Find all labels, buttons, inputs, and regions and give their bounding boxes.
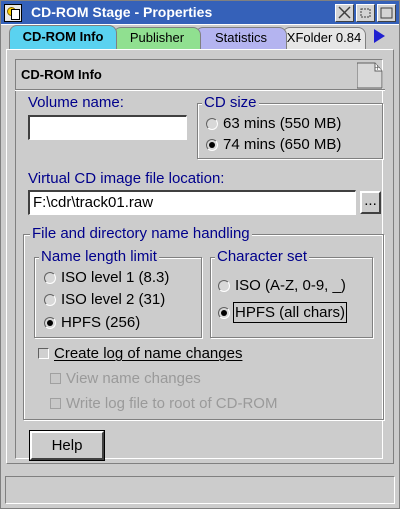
radio-indicator xyxy=(44,316,56,329)
radio-label: 74 mins (650 MB) xyxy=(223,136,342,153)
browse-label: ... xyxy=(364,192,377,209)
title-bar[interactable]: CD-ROM Stage - Properties xyxy=(1,1,399,25)
radio-label: ISO level 2 (31) xyxy=(61,291,166,308)
radio-indicator xyxy=(218,279,230,292)
hide-button[interactable] xyxy=(335,4,354,22)
tab-label: XFolder 0.84 xyxy=(286,30,362,45)
maximize-button[interactable] xyxy=(377,4,396,22)
image-location-value: F:\cdr\track01.raw xyxy=(33,194,154,211)
create-log-checkbox[interactable]: Create log of name changes xyxy=(38,345,242,362)
system-menu-icon[interactable] xyxy=(4,4,22,22)
browse-button[interactable]: ... xyxy=(360,191,381,214)
cd-size-label: CD size xyxy=(202,94,259,111)
cd-size-74-radio[interactable]: 74 mins (650 MB) xyxy=(206,136,341,153)
cd-size-63-radio[interactable]: 63 mins (550 MB) xyxy=(206,115,341,132)
page-corner-icon[interactable]: + xyxy=(357,61,383,89)
page-title-divider xyxy=(15,89,385,91)
tab-label: Statistics xyxy=(214,30,267,45)
volume-name-input[interactable] xyxy=(28,115,187,140)
page-title: CD-ROM Info xyxy=(21,67,102,82)
radio-label: HPFS (all chars) xyxy=(232,302,348,323)
tab-cdrom-info[interactable]: CD-ROM Info xyxy=(9,25,117,49)
radio-label: ISO (A-Z, 0-9, _) xyxy=(235,277,346,294)
charset-group xyxy=(210,257,373,338)
svg-text:+: + xyxy=(374,63,381,72)
charset-iso-radio[interactable]: ISO (A-Z, 0-9, _) xyxy=(218,277,346,294)
iso-level2-radio[interactable]: ISO level 2 (31) xyxy=(44,291,165,308)
maximize-icon xyxy=(380,7,393,19)
iso-level1-radio[interactable]: ISO level 1 (8.3) xyxy=(44,269,169,286)
image-location-input[interactable]: F:\cdr\track01.raw xyxy=(28,190,356,215)
radio-indicator xyxy=(206,117,218,130)
checkbox-indicator xyxy=(50,373,61,384)
tab-publisher[interactable]: Publisher xyxy=(113,27,201,49)
view-changes-checkbox[interactable]: View name changes xyxy=(50,370,201,387)
document-icon xyxy=(11,9,20,20)
restore-button[interactable] xyxy=(356,4,375,22)
radio-label: HPFS (256) xyxy=(61,314,141,331)
tab-xfolder[interactable]: XFolder 0.84 xyxy=(282,27,366,49)
restore-icon xyxy=(360,8,371,18)
checkbox-label: View name changes xyxy=(66,370,201,387)
write-log-checkbox[interactable]: Write log file to root of CD-ROM xyxy=(50,395,277,412)
checkbox-indicator xyxy=(38,348,49,359)
tab-label: Publisher xyxy=(129,30,185,45)
help-button[interactable]: Help xyxy=(29,430,105,461)
tab-scroll-right-icon[interactable] xyxy=(374,29,385,43)
hide-icon xyxy=(338,6,351,19)
tab-statistics[interactable]: Statistics xyxy=(195,27,287,49)
help-label: Help xyxy=(51,437,83,454)
notebook-tabs: XFolder 0.84 Statistics Publisher CD-ROM… xyxy=(1,25,399,49)
status-bar xyxy=(5,476,395,504)
tab-label: CD-ROM Info xyxy=(22,29,104,44)
hpfs-256-radio[interactable]: HPFS (256) xyxy=(44,314,140,331)
file-handling-label: File and directory name handling xyxy=(30,225,252,242)
volume-name-label: Volume name: xyxy=(28,94,124,111)
checkbox-indicator xyxy=(50,398,61,409)
radio-indicator xyxy=(44,271,56,284)
radio-label: 63 mins (550 MB) xyxy=(223,115,342,132)
charset-label: Character set xyxy=(215,248,310,265)
properties-window: CD-ROM Stage - Properties XFolder 0.84 S… xyxy=(0,0,400,509)
checkbox-label: Write log file to root of CD-ROM xyxy=(66,395,278,412)
checkbox-label: Create log of name changes xyxy=(54,345,243,362)
radio-label: ISO level 1 (8.3) xyxy=(61,269,170,286)
radio-indicator xyxy=(218,306,230,319)
name-length-label: Name length limit xyxy=(39,248,159,265)
image-location-label: Virtual CD image file location: xyxy=(28,170,225,187)
window-title: CD-ROM Stage - Properties xyxy=(31,4,213,20)
charset-hpfs-radio[interactable]: HPFS (all chars) xyxy=(218,302,348,323)
radio-indicator xyxy=(206,138,218,151)
radio-indicator xyxy=(44,293,56,306)
